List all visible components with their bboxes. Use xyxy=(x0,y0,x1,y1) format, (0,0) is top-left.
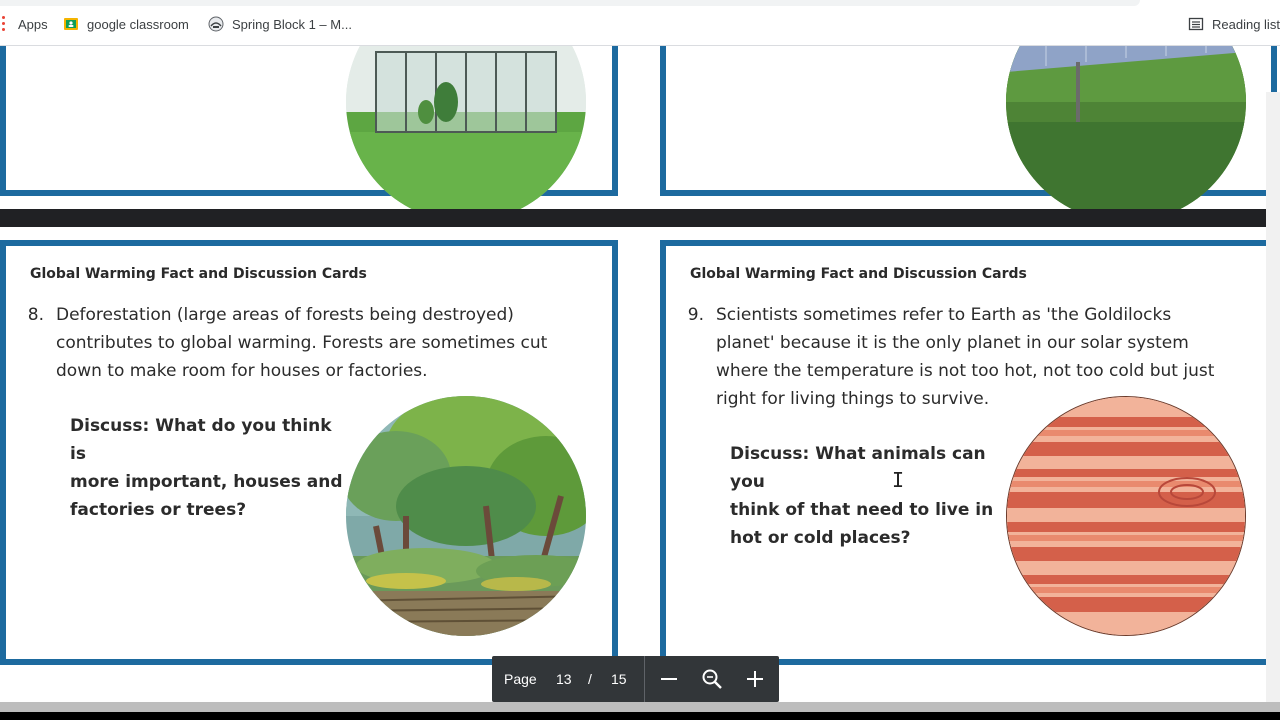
bookmark-spring-block[interactable]: Spring Block 1 – M... xyxy=(208,14,352,34)
bookmark-google-classroom[interactable]: google classroom xyxy=(63,14,189,34)
discuss-question: Discuss: What animals can you think of t… xyxy=(730,440,1020,552)
google-classroom-icon xyxy=(64,18,78,30)
fact-card-9: Global Warming Fact and Discussion Cards… xyxy=(660,240,1277,665)
fact-number: 8. xyxy=(27,305,44,325)
fact-line: contributes to global warming. Forests a… xyxy=(56,333,548,353)
vertical-scrollbar[interactable] xyxy=(1266,92,1280,702)
page-separator-slash: / xyxy=(588,671,592,687)
page-separator xyxy=(0,209,1280,227)
page-label: Page xyxy=(504,671,537,687)
deforestation-forest-image xyxy=(346,396,586,636)
horizontal-scrollbar[interactable] xyxy=(0,702,1280,720)
fact-line: down to make room for houses or factorie… xyxy=(56,361,428,381)
discuss-line: factories or trees? xyxy=(70,500,247,520)
text-cursor-icon: Ι xyxy=(892,468,905,492)
reading-list-label: Reading list xyxy=(1212,16,1280,32)
reading-list-icon xyxy=(1188,17,1204,31)
discuss-line: think of that need to live in xyxy=(730,500,994,520)
reading-list-button[interactable]: Reading list xyxy=(1188,14,1280,34)
apps-label: Apps xyxy=(18,16,48,32)
previous-card-left xyxy=(0,46,618,222)
fact-number: 9. xyxy=(687,305,704,325)
discuss-line: Discuss: What do you think is xyxy=(70,416,332,464)
greenhouse-image xyxy=(346,46,586,222)
fact-text: 9. Scientists sometimes refer to Earth a… xyxy=(678,301,1258,421)
current-page-input[interactable]: 13 xyxy=(556,671,572,687)
planet-image xyxy=(1006,396,1246,636)
apps-grid-icon xyxy=(2,16,10,32)
fit-zoom-icon[interactable] xyxy=(700,667,724,691)
fact-line: Scientists sometimes refer to Earth as '… xyxy=(716,305,1172,325)
toolbar-divider xyxy=(644,656,645,702)
fact-body: Deforestation (large areas of forests be… xyxy=(56,301,547,385)
card-title: Global Warming Fact and Discussion Cards xyxy=(690,266,1027,282)
site-favicon-icon xyxy=(208,16,224,32)
bookmark-label: Spring Block 1 – M... xyxy=(232,16,352,32)
bookmarks-bar: Apps google classroom Spring Block 1 – M… xyxy=(0,0,1280,46)
fact-card-8: Global Warming Fact and Discussion Cards… xyxy=(0,240,618,665)
discuss-line: hot or cold places? xyxy=(730,528,911,548)
solar-panel-field-image xyxy=(1006,46,1246,222)
fact-line: Deforestation (large areas of forests be… xyxy=(56,305,514,325)
apps-bookmark[interactable]: Apps xyxy=(2,14,48,34)
fact-line: where the temperature is not too hot, no… xyxy=(716,361,1215,381)
total-pages: 15 xyxy=(611,671,627,687)
fact-text: 8. Deforestation (large areas of forests… xyxy=(18,301,598,391)
zoom-out-icon[interactable] xyxy=(657,667,681,691)
discuss-line: more important, houses and xyxy=(70,472,343,492)
fact-line: planet' because it is the only planet in… xyxy=(716,333,1189,353)
discuss-line: Discuss: What animals can you xyxy=(730,444,986,492)
omnibox-edge xyxy=(0,0,1140,6)
pdf-viewer[interactable]: Global Warming Fact and Discussion Cards… xyxy=(0,46,1280,702)
previous-card-right xyxy=(660,46,1277,222)
discuss-question: Discuss: What do you think is more impor… xyxy=(70,412,350,524)
card-title: Global Warming Fact and Discussion Cards xyxy=(30,266,367,282)
pdf-page-toolbar: Page 13 / 15 xyxy=(492,656,779,702)
zoom-in-icon[interactable] xyxy=(743,667,767,691)
bookmark-label: google classroom xyxy=(87,16,189,32)
